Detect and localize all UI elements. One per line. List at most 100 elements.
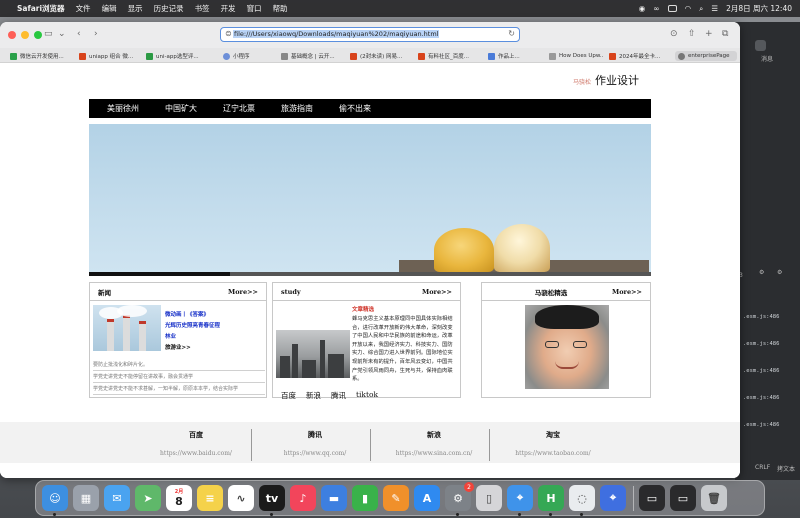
bookmark-item[interactable]: (2封未读) 网易... <box>350 51 415 61</box>
banner-progress-bar[interactable] <box>89 272 651 276</box>
line-ending-label[interactable]: CRLF <box>755 464 770 471</box>
bookmark-item[interactable]: 小程序 <box>223 51 273 61</box>
weibo-status-icon[interactable]: ◉ <box>639 4 646 13</box>
new-tab-icon[interactable]: + <box>705 28 713 40</box>
footer-link-url[interactable]: https://www.taobao.com/ <box>494 450 612 457</box>
list-item[interactable]: 学党史讲党史不能不求甚解，一知半解，原原本本学，结合实际学 <box>93 383 265 395</box>
wifi-icon[interactable]: ◠ <box>685 4 692 13</box>
sidebar-toggle-icon[interactable]: ▭ <box>44 28 53 40</box>
link-baidu[interactable]: 百度 <box>281 390 296 401</box>
list-item[interactable]: 要防止批浅化和碎片化。 <box>93 359 265 371</box>
footer-link-sina[interactable]: 新浪 https://www.sina.com.cn/ <box>375 430 493 457</box>
news-link[interactable]: 微动画丨《答案》 <box>165 310 220 321</box>
bookmark-item[interactable]: How Does Upw... <box>549 51 603 61</box>
footer-link-tencent[interactable]: 腾讯 https://www.qq.com/ <box>256 430 374 457</box>
dock-calendar-icon[interactable]: 2月 8 <box>166 485 192 511</box>
close-window-button[interactable] <box>8 31 16 39</box>
bookmark-item[interactable]: uniapp 组合 微... <box>79 51 144 61</box>
news-more-link[interactable]: More>> <box>228 288 258 296</box>
menu-window[interactable]: 窗口 <box>247 3 262 14</box>
dock-safari-icon[interactable]: ⌖ <box>507 485 533 511</box>
dock-mail-icon[interactable]: ✉ <box>104 485 130 511</box>
bookmark-item[interactable]: 作品上... <box>488 51 532 61</box>
dock-notes-icon[interactable]: ≡ <box>197 485 223 511</box>
study-more-link[interactable]: More>> <box>422 288 452 296</box>
link-tiktok[interactable]: tiktok <box>356 390 378 401</box>
search-status-icon[interactable]: ⌕ <box>699 4 703 14</box>
dock-pages-icon[interactable]: ✎ <box>383 485 409 511</box>
article-title[interactable]: 文章精选 <box>352 306 456 315</box>
footer-link-url[interactable]: https://www.sina.com.cn/ <box>375 450 493 457</box>
dock-appstore-icon[interactable]: A <box>414 485 440 511</box>
dock-iphone-mirroring-icon[interactable]: ▯ <box>476 485 502 511</box>
siri-status-icon[interactable]: ∞ <box>653 4 659 13</box>
tab-overview-icon[interactable]: ⧉ <box>722 28 728 40</box>
bookmark-item[interactable]: 微信云开发使用... <box>10 51 75 61</box>
dock-wechat-devtools-icon[interactable]: ◌ <box>569 485 595 511</box>
menu-develop[interactable]: 开发 <box>221 3 236 14</box>
dock-window-thumb-1[interactable]: ▭ <box>639 485 665 511</box>
menu-view[interactable]: 显示 <box>128 3 143 14</box>
link-sina[interactable]: 新浪 <box>306 390 321 401</box>
dock-maps-icon[interactable]: ➤ <box>135 485 161 511</box>
bookmark-item[interactable]: 有料社区_百度... <box>418 51 486 61</box>
bookmark-item[interactable]: uni-app选型评... <box>146 51 211 61</box>
address-url[interactable]: file:///Users/xiaowq/Downloads/maqiyuan%… <box>233 30 440 38</box>
gear-icon[interactable]: ⚙ <box>759 269 764 276</box>
footer-link-taobao[interactable]: 淘宝 https://www.taobao.com/ <box>494 430 612 457</box>
zoom-window-button[interactable] <box>34 31 42 39</box>
menu-help[interactable]: 帮助 <box>273 3 288 14</box>
dock-numbers-icon[interactable]: ▮ <box>352 485 378 511</box>
settings-icon[interactable]: ⚙ <box>777 269 782 276</box>
dock-settings-icon[interactable]: ⚙ 2 <box>445 482 474 511</box>
dock-appletv-icon[interactable]: tv <box>259 485 285 511</box>
dock-trash-icon[interactable]: 🗑 <box>701 485 727 511</box>
message-icon[interactable] <box>755 40 766 51</box>
dock-safari-tech-preview-icon[interactable]: ⌖ <box>600 485 626 511</box>
nav-item-other[interactable]: 偷不出来 <box>339 103 371 114</box>
footer-link-baidu[interactable]: 百度 https://www.baidu.com/ <box>137 430 255 457</box>
chevron-down-icon[interactable]: ⌄ <box>58 28 66 40</box>
news-link[interactable]: 旅游业>> <box>165 343 220 354</box>
footer-link-name[interactable]: 百度 <box>137 430 255 440</box>
minimize-window-button[interactable] <box>21 31 29 39</box>
menu-file[interactable]: 文件 <box>76 3 91 14</box>
menu-bookmarks[interactable]: 书签 <box>195 3 210 14</box>
bookmark-item-active[interactable]: enterprisePage <box>675 51 737 61</box>
dock-window-thumb-2[interactable]: ▭ <box>670 485 696 511</box>
photo-more-link[interactable]: More>> <box>612 288 642 296</box>
dock-keynote-icon[interactable]: ▬ <box>321 485 347 511</box>
nav-item-xuzhou[interactable]: 美丽徐州 <box>107 103 139 114</box>
dock-launchpad-icon[interactable]: ▦ <box>73 485 99 511</box>
menu-edit[interactable]: 编辑 <box>102 3 117 14</box>
control-center-icon[interactable]: ☰ <box>711 4 718 13</box>
dock-finder-icon[interactable]: ☺ <box>42 485 68 511</box>
footer-link-name[interactable]: 新浪 <box>375 430 493 440</box>
news-link[interactable]: 林业 <box>165 332 220 343</box>
page-settings-icon[interactable]: ⊜ <box>225 29 232 38</box>
share-icon[interactable]: ⇧ <box>688 28 696 40</box>
forward-button[interactable]: › <box>94 28 98 40</box>
news-link[interactable]: 光辉历史照亮青春征程 <box>165 321 220 332</box>
footer-link-url[interactable]: https://www.baidu.com/ <box>137 450 255 457</box>
bookmark-item[interactable]: 2024年最全卡... <box>609 51 670 61</box>
nav-item-beipiao[interactable]: 辽宁北票 <box>223 103 255 114</box>
nav-item-travel[interactable]: 旅游指南 <box>281 103 313 114</box>
menu-history[interactable]: 历史记录 <box>154 3 184 14</box>
text-mode-label[interactable]: 拷文本 <box>777 464 795 473</box>
address-bar[interactable]: ⊜ file:///Users/xiaowq/Downloads/maqiyua… <box>220 27 520 42</box>
dock-music-icon[interactable]: ♪ <box>290 485 316 511</box>
footer-link-name[interactable]: 腾讯 <box>256 430 374 440</box>
menubar-datetime[interactable]: 2月8日 周六 12:40 <box>726 3 792 14</box>
downloads-icon[interactable]: ⊙ <box>670 28 678 40</box>
nav-item-cumt[interactable]: 中国矿大 <box>165 103 197 114</box>
battery-icon[interactable] <box>667 5 677 12</box>
footer-link-name[interactable]: 淘宝 <box>494 430 612 440</box>
back-button[interactable]: ‹ <box>77 28 81 40</box>
reload-icon[interactable]: ↻ <box>508 29 515 38</box>
dock-hbuilder-icon[interactable]: H <box>538 485 564 511</box>
footer-link-url[interactable]: https://www.qq.com/ <box>256 450 374 457</box>
menu-app-name[interactable]: Safari浏览器 <box>17 3 65 14</box>
list-item[interactable]: 学党史讲党史不能停留在讲故事，融会贯通学 <box>93 371 265 383</box>
dock-freeform-icon[interactable]: ∿ <box>228 485 254 511</box>
